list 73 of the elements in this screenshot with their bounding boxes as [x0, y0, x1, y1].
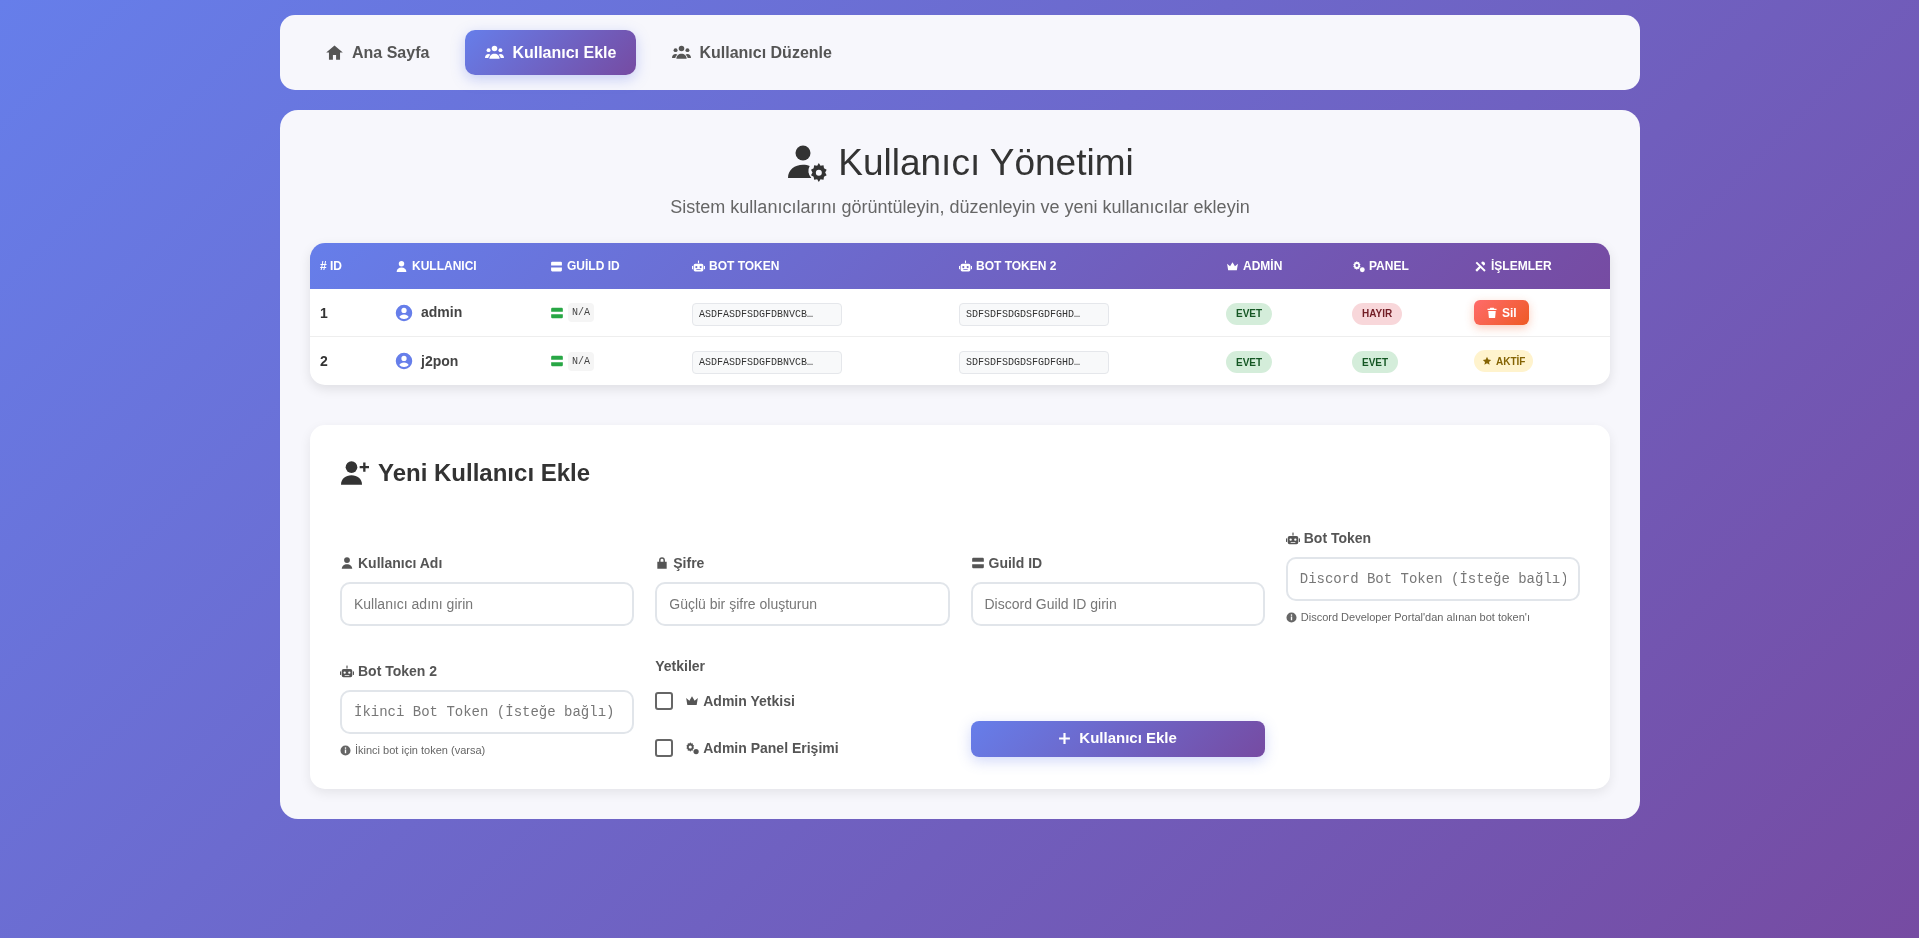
server-icon	[550, 354, 564, 368]
table-cell-text: admin	[421, 303, 463, 322]
field-label: Kullanıcı Adı	[358, 553, 443, 573]
robot-icon	[1285, 531, 1300, 546]
robot-icon	[340, 664, 354, 679]
lock-icon	[655, 556, 670, 570]
table-cell: 2	[320, 353, 328, 369]
checkbox-label: Admin Yetkisi	[703, 691, 795, 711]
input-field[interactable]: İkinci Bot Token (İsteğe bağlı)	[340, 690, 635, 734]
table-cell-text: j2pon	[421, 351, 459, 371]
column-header: BOT TOKEN	[709, 258, 780, 275]
field-label: Bot Token 2	[358, 662, 438, 681]
user-plus-icon	[340, 459, 370, 487]
column-header: İŞLEMLER	[1491, 258, 1552, 275]
token-text: ASDFASDFSDGFDBNVCB…	[692, 351, 842, 374]
server-icon	[970, 556, 985, 570]
status-badge: EVET	[1226, 302, 1273, 325]
delete-button[interactable]: Sil	[1474, 300, 1529, 325]
input-field[interactable]: Kullanıcı adını girin	[340, 581, 635, 626]
users-icon	[672, 43, 692, 62]
token-text: ASDFASDFSDGFDBNVCB…	[692, 302, 842, 326]
status-badge: HAYIR	[1352, 302, 1403, 325]
input-field[interactable]: Güçlü bir şifre oluşturun	[655, 581, 950, 626]
robot-icon	[959, 259, 972, 273]
column-header: PANEL	[1369, 258, 1409, 275]
trash-icon	[1486, 306, 1498, 319]
token-text: SDFSDFSDGDSFGDFGHD…	[959, 302, 1109, 326]
gears-icon	[685, 741, 700, 755]
help-text: İkinci bot için token (varsa)	[355, 743, 486, 758]
crown-icon	[1226, 259, 1239, 273]
checkbox[interactable]	[655, 692, 674, 710]
field-label: Şifre	[673, 553, 705, 573]
column-header: KULLANICI	[412, 258, 477, 275]
form-title: Yeni Kullanıcı Ekle	[378, 458, 591, 488]
column-header: GUİLD ID	[567, 258, 620, 275]
info-icon	[1285, 611, 1297, 623]
star-icon	[1482, 356, 1492, 366]
column-header: BOT TOKEN 2	[976, 258, 1057, 275]
checkbox-label: Admin Panel Erişimi	[703, 738, 839, 758]
plus-icon	[1058, 732, 1072, 745]
server-icon	[550, 305, 564, 320]
table-cell: 1	[320, 304, 328, 321]
submit-button[interactable]: Kullanıcı Ekle	[970, 720, 1265, 757]
section-label: Yetkiler	[655, 656, 707, 676]
input-field[interactable]: Discord Guild ID girin	[970, 581, 1265, 626]
home-icon	[325, 43, 344, 62]
guild-id: N/A	[568, 351, 594, 371]
input-field[interactable]: Discord Bot Token (İsteğe bağlı)	[1285, 557, 1580, 601]
gears-icon	[1352, 259, 1365, 273]
status-badge: EVET	[1352, 351, 1399, 374]
nav-tab[interactable]: Kullanıcı Düzenle	[652, 30, 852, 75]
user-icon	[340, 556, 354, 570]
status-badge: EVET	[1226, 351, 1273, 374]
nav-tab[interactable]: Ana Sayfa	[305, 30, 450, 75]
crown-icon	[685, 694, 700, 708]
field-label: Guild ID	[988, 553, 1043, 573]
token-text: SDFSDFSDGDSFGDFGHD…	[959, 351, 1109, 374]
user-icon	[395, 259, 408, 273]
column-header: # ID	[320, 258, 342, 275]
nav-tab[interactable]: Kullanıcı Ekle	[465, 30, 637, 75]
users-icon	[485, 43, 505, 62]
status-badge: AKTİF	[1474, 350, 1534, 372]
guild-id: N/A	[568, 303, 594, 322]
robot-icon	[692, 259, 705, 273]
server-icon	[550, 259, 563, 273]
column-header: ADMİN	[1243, 258, 1283, 275]
page-title: Kullanıcı Yönetimi	[838, 141, 1134, 186]
tools-icon	[1474, 259, 1487, 273]
info-icon	[340, 744, 351, 756]
page-subtitle: Sistem kullanıcılarını görüntüleyin, düzenleyin ve yeni kullanıcılar ekleyin	[669, 196, 1251, 219]
field-label: Bot Token	[1303, 529, 1372, 548]
help-text: Discord Developer Portal'dan alınan bot token'ı	[1300, 610, 1530, 625]
checkbox[interactable]	[655, 739, 674, 757]
